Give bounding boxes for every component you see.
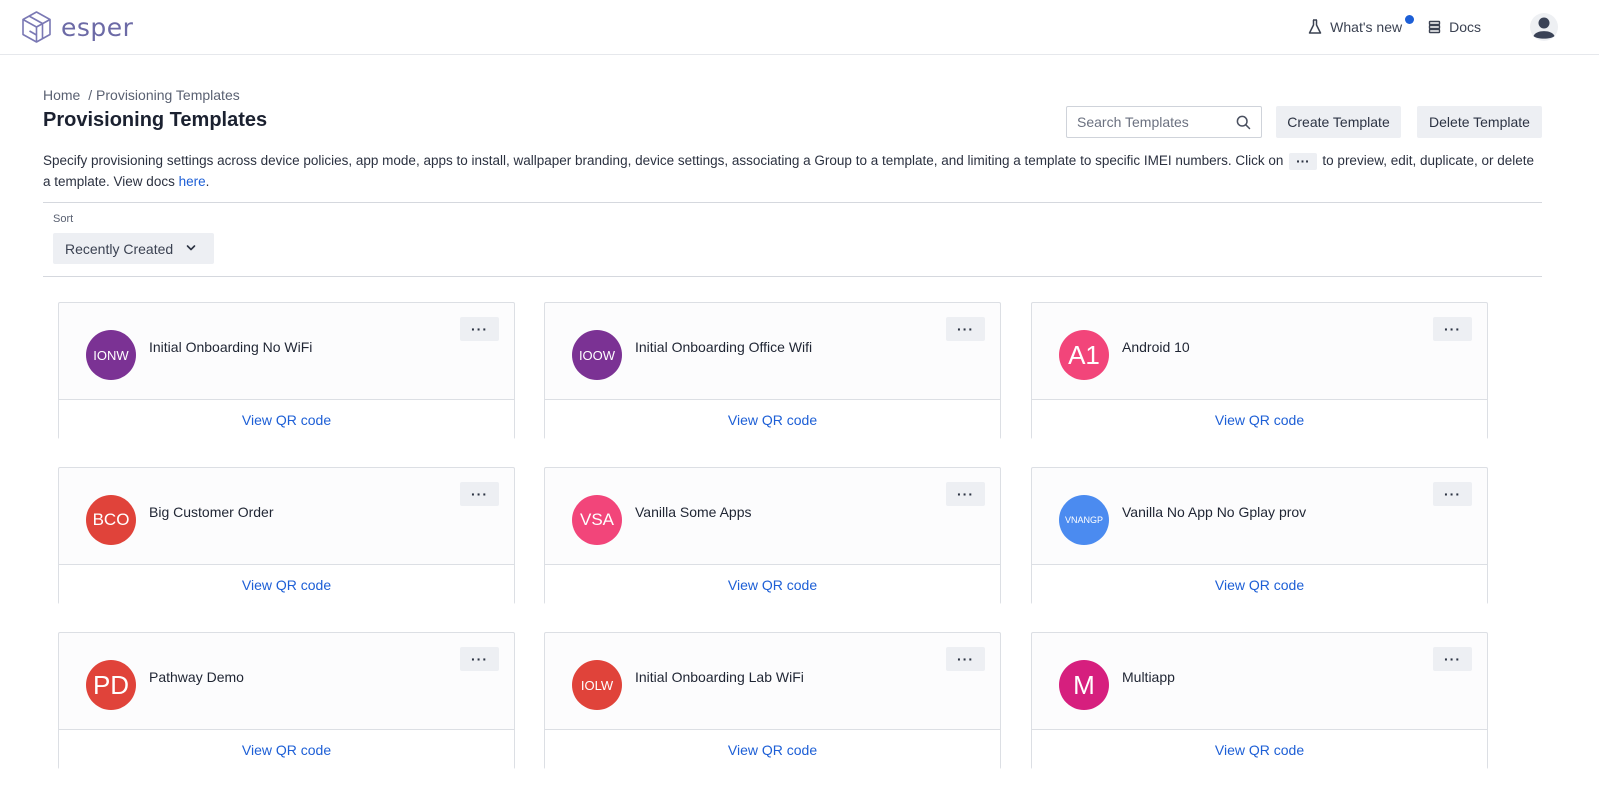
breadcrumb: Home / Provisioning Templates	[43, 87, 240, 103]
docs-icon	[1428, 20, 1441, 34]
template-avatar: IONW	[86, 330, 136, 380]
page-title: Provisioning Templates	[43, 109, 268, 131]
chevron-down-icon	[186, 245, 196, 251]
breadcrumb-current: / Provisioning Templates	[88, 87, 240, 103]
flask-icon	[1308, 19, 1322, 34]
more-options-button[interactable]: ···	[460, 317, 499, 341]
sort-select[interactable]: Recently Created	[53, 233, 214, 264]
more-options-button[interactable]: ···	[946, 482, 985, 506]
view-qr-code-link[interactable]: View QR code	[1032, 399, 1487, 439]
view-qr-code-link[interactable]: View QR code	[1032, 729, 1487, 769]
template-name: Initial Onboarding Office Wifi	[635, 339, 813, 355]
template-avatar: M	[1059, 660, 1109, 710]
view-qr-code-link[interactable]: View QR code	[545, 399, 1000, 439]
search-box	[1066, 106, 1262, 138]
template-avatar: A1	[1059, 330, 1109, 380]
description-text-end: .	[205, 174, 210, 189]
notification-dot	[1405, 15, 1415, 24]
template-name: Initial Onboarding No WiFi	[149, 339, 313, 355]
template-name: Vanilla No App No Gplay prov	[1122, 504, 1307, 520]
template-avatar: IOOW	[572, 330, 622, 380]
page-description: Specify provisioning settings across dev…	[43, 150, 1543, 192]
top-nav: What's new Docs	[1282, 12, 1559, 42]
divider-top	[43, 202, 1542, 203]
view-qr-code-link[interactable]: View QR code	[545, 564, 1000, 604]
description-text-1: Specify provisioning settings across dev…	[43, 153, 1284, 168]
template-card[interactable]: IOOW Initial Onboarding Office Wifi ··· Vie…	[544, 302, 1001, 439]
template-card[interactable]: BCO Big Customer Order ··· View QR code	[58, 467, 515, 604]
more-options-button[interactable]: ···	[1433, 647, 1472, 671]
template-name: Big Customer Order	[149, 504, 274, 520]
top-bar: esper What's new Docs	[0, 0, 1599, 55]
ellipsis-chip: ···	[1289, 152, 1317, 170]
delete-template-button[interactable]: Delete Template	[1417, 106, 1542, 138]
view-qr-code-link[interactable]: View QR code	[545, 729, 1000, 769]
more-options-button[interactable]: ···	[946, 647, 985, 671]
template-card[interactable]: IOLW Initial Onboarding Lab WiFi ··· View Q…	[544, 632, 1001, 769]
template-card[interactable]: M Multiapp ··· View QR code	[1031, 632, 1488, 769]
esper-logo[interactable]: esper	[20, 10, 133, 44]
more-options-button[interactable]: ···	[946, 317, 985, 341]
template-card[interactable]: VSA Vanilla Some Apps ··· View QR code	[544, 467, 1001, 604]
more-options-button[interactable]: ···	[460, 482, 499, 506]
search-icon	[1236, 115, 1251, 130]
template-avatar: PD	[86, 660, 136, 710]
template-name: Multiapp	[1122, 669, 1175, 685]
more-options-button[interactable]: ···	[460, 647, 499, 671]
divider-bottom	[43, 276, 1542, 277]
whats-new-label: What's new	[1330, 19, 1403, 35]
docs-here-link[interactable]: here	[179, 174, 206, 189]
template-avatar: IOLW	[572, 660, 622, 710]
view-qr-code-link[interactable]: View QR code	[59, 564, 514, 604]
template-avatar: VNANGP	[1059, 495, 1109, 545]
user-avatar-icon	[1530, 13, 1558, 41]
template-name: Pathway Demo	[149, 669, 244, 685]
more-options-button[interactable]: ···	[1433, 482, 1472, 506]
sort-value: Recently Created	[65, 240, 174, 257]
breadcrumb-home[interactable]: Home	[43, 87, 80, 103]
template-avatar: VSA	[572, 495, 622, 545]
user-avatar-button[interactable]	[1529, 12, 1559, 42]
create-template-button[interactable]: Create Template	[1276, 106, 1401, 138]
template-card[interactable]: PD Pathway Demo ··· View QR code	[58, 632, 515, 769]
whats-new-link[interactable]: What's new	[1308, 15, 1415, 35]
docs-label: Docs	[1449, 19, 1481, 35]
template-name: Vanilla Some Apps	[635, 504, 752, 520]
esper-logo-icon	[22, 11, 51, 43]
template-name: Android 10	[1122, 339, 1190, 355]
template-name: Initial Onboarding Lab WiFi	[635, 669, 804, 685]
search-input[interactable]	[1067, 107, 1227, 137]
view-qr-code-link[interactable]: View QR code	[1032, 564, 1487, 604]
template-avatar: BCO	[86, 495, 136, 545]
template-card[interactable]: VNANGP Vanilla No App No Gplay prov ··· Vie…	[1031, 467, 1488, 604]
docs-link[interactable]: Docs	[1428, 19, 1481, 35]
view-qr-code-link[interactable]: View QR code	[59, 729, 514, 769]
template-card[interactable]: IONW Initial Onboarding No WiFi ··· View QR…	[58, 302, 515, 439]
logo-text: esper	[61, 12, 134, 42]
sort-label: Sort	[53, 213, 74, 225]
view-qr-code-link[interactable]: View QR code	[59, 399, 514, 439]
template-card[interactable]: A1 Android 10 ··· View QR code	[1031, 302, 1488, 439]
more-options-button[interactable]: ···	[1433, 317, 1472, 341]
